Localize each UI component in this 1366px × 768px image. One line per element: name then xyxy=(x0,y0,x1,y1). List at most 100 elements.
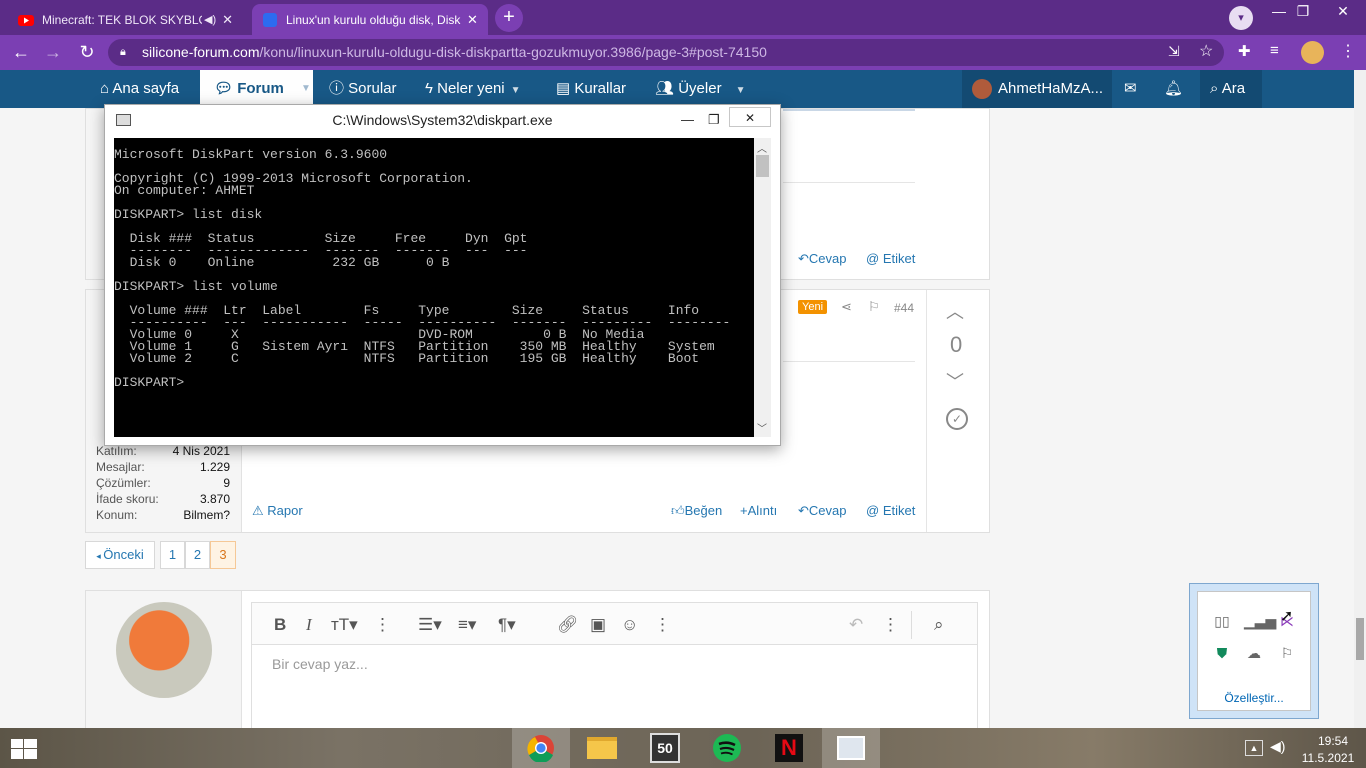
inbox-icon[interactable]: ✉ xyxy=(1124,70,1137,108)
tab-search-icon[interactable]: ▾ xyxy=(1229,6,1253,30)
tag-link[interactable]: @ Etiket xyxy=(866,251,915,266)
show-hidden-icons-button[interactable]: ▲ xyxy=(1245,740,1263,756)
sixty-second-icon[interactable]: 50 xyxy=(636,728,694,768)
text-size-icon[interactable]: тT▾ xyxy=(331,603,358,646)
windows-start-icon[interactable] xyxy=(11,739,37,759)
prev-page-button[interactable]: ◂ Önceki xyxy=(85,541,155,569)
emoji-icon[interactable]: ☺ xyxy=(621,603,638,646)
search-icon: ⌕ xyxy=(1210,80,1222,97)
preview-icon[interactable]: ⌕ xyxy=(934,603,944,646)
extensions-icon[interactable]: ✚ xyxy=(1238,42,1251,60)
quote-link[interactable]: +Alıntı xyxy=(740,503,777,518)
italic-icon[interactable]: I xyxy=(306,603,312,646)
nav-search[interactable]: ⌕ Ara xyxy=(1200,70,1262,108)
user-avatar xyxy=(116,602,212,698)
back-button[interactable]: ← xyxy=(6,35,36,70)
link-icon[interactable]: 🔗︎ xyxy=(557,603,579,646)
clock-time[interactable]: 19:54 xyxy=(1305,734,1361,748)
scroll-down-icon[interactable]: ﹀ xyxy=(757,420,767,435)
console-line: On computer: AHMET xyxy=(114,183,255,198)
clock-date[interactable]: 11.5.2021 xyxy=(1296,751,1360,765)
page-scrollbar[interactable] xyxy=(1354,70,1366,728)
more-dots-icon[interactable]: ⋮ xyxy=(374,603,391,646)
scrollbar-thumb[interactable] xyxy=(756,155,769,177)
reply-icon: ↶ xyxy=(798,251,809,266)
reply-link[interactable]: ↶Cevap xyxy=(798,503,846,519)
post-number[interactable]: #44 xyxy=(894,301,914,315)
vote-column-divider xyxy=(926,290,927,532)
bookmark-icon[interactable]: ⚐ xyxy=(868,299,880,315)
tab-forum[interactable]: Linux'un kurulu olduğu disk, Disk ✕ xyxy=(252,4,488,35)
reload-button[interactable]: ↻ xyxy=(72,35,102,70)
downvote-icon[interactable]: ﹀ xyxy=(946,368,964,394)
console-output[interactable]: Microsoft DiskPart version 6.3.9600 Copyr… xyxy=(114,138,754,437)
upvote-icon[interactable]: ︿ xyxy=(946,298,964,324)
file-explorer-icon[interactable] xyxy=(573,728,631,768)
tab-youtube[interactable]: Minecraft: TEK BLOK SKYBLOCK ◀) ✕ xyxy=(8,4,246,35)
share-icon[interactable]: ⋖ xyxy=(841,299,852,315)
minimize-button[interactable]: — xyxy=(681,105,694,135)
close-tab-icon[interactable]: ✕ xyxy=(467,12,478,28)
tag-link[interactable]: @ Etiket xyxy=(866,503,915,518)
volume-icon[interactable]: ◀) xyxy=(1270,738,1285,755)
reply-link[interactable]: ↶Cevap xyxy=(798,251,846,267)
chrome-icon[interactable] xyxy=(512,728,570,768)
chevron-down-icon[interactable]: ▼ xyxy=(511,85,521,96)
diskpart-window[interactable]: C:\Windows\System32\diskpart.exe — ❐ ✕ M… xyxy=(104,104,781,446)
like-link[interactable]: 👍︎Beğen xyxy=(671,503,722,519)
bell-icon[interactable]: 🔔︎ xyxy=(1164,70,1183,108)
profile-avatar[interactable] xyxy=(1301,41,1324,64)
console-scrollbar[interactable]: ︿ ﹀ xyxy=(754,138,771,437)
menu-dots-icon[interactable]: ⋮ xyxy=(1340,41,1356,61)
scroll-up-icon[interactable]: ︿ xyxy=(757,140,767,155)
paragraph-icon[interactable]: ¶▾ xyxy=(498,603,516,646)
close-tab-icon[interactable]: ✕ xyxy=(222,12,233,28)
nav-forum[interactable]: 💬︎ Forum ▼ xyxy=(200,70,313,108)
reply-textarea[interactable]: Bir cevap yaz... xyxy=(251,644,978,730)
accept-solution-icon[interactable]: ✓ xyxy=(946,408,968,430)
device-icon[interactable]: ▯▯ xyxy=(1212,611,1232,631)
more-dots-icon[interactable]: ⋮ xyxy=(654,603,671,646)
window-titlebar[interactable]: C:\Windows\System32\diskpart.exe — ❐ ✕ xyxy=(105,105,780,135)
nav-questions[interactable]: ⓘ Sorular xyxy=(329,70,397,108)
more-dots-icon[interactable]: ⋮ xyxy=(882,603,899,646)
tray-overflow-popup: ▯▯ ▁▃▅ ⋉ ⛊ ☁ ⚐ Özelleştir... xyxy=(1189,583,1319,719)
close-window-button[interactable]: ✕ xyxy=(1320,0,1366,24)
bold-icon[interactable]: B xyxy=(274,603,286,646)
nav-user[interactable]: AhmetHaMzA... xyxy=(962,70,1112,108)
nav-rules[interactable]: ▤ Kurallar xyxy=(556,70,626,108)
align-icon[interactable]: ≡▾ xyxy=(458,603,476,646)
close-button[interactable]: ✕ xyxy=(729,107,771,127)
cloud-icon[interactable]: ☁ xyxy=(1244,643,1264,663)
page-link-2[interactable]: 2 xyxy=(185,541,210,569)
page-link-1[interactable]: 1 xyxy=(160,541,185,569)
spotify-icon[interactable] xyxy=(698,728,756,768)
network-signal-icon[interactable]: ▁▃▅ xyxy=(1244,611,1276,631)
chevron-down-icon[interactable]: ▼ xyxy=(736,85,746,96)
speaker-muted-icon[interactable]: ◀) xyxy=(204,13,216,26)
maximize-button[interactable]: ❐ xyxy=(708,105,720,135)
list-icon[interactable]: ☰▾ xyxy=(418,603,442,646)
nav-home[interactable]: ⌂ Ana sayfa xyxy=(100,70,179,108)
media-control-icon[interactable]: ≡ xyxy=(1270,42,1279,59)
netflix-icon[interactable]: N xyxy=(760,728,818,768)
defender-shield-icon[interactable]: ⛊ xyxy=(1212,643,1232,663)
nav-members[interactable]: 👥︎ Üyeler ▼ xyxy=(655,70,745,108)
address-bar[interactable]: 🔒︎ silicone-forum.com/konu/linuxun-kurul… xyxy=(108,39,1224,66)
scrollbar-thumb[interactable] xyxy=(1356,618,1364,660)
bookmark-star-icon[interactable]: ☆ xyxy=(1199,41,1213,61)
undo-icon[interactable]: ↶ xyxy=(849,603,863,646)
install-icon[interactable]: ⇲ xyxy=(1168,43,1180,60)
image-icon[interactable]: ▣ xyxy=(590,603,606,646)
page-link-current[interactable]: 3 xyxy=(210,541,236,569)
flag-icon[interactable]: ⚐ xyxy=(1277,643,1297,663)
customize-link[interactable]: Özelleştir... xyxy=(1198,691,1310,705)
news-window-icon[interactable] xyxy=(822,728,880,768)
silicone-forum-icon xyxy=(263,12,277,27)
new-tab-button[interactable]: + xyxy=(495,4,523,32)
nav-whats-new[interactable]: ϟ Neler yeni ▼ xyxy=(425,70,521,108)
forward-button[interactable]: → xyxy=(38,35,68,70)
report-link[interactable]: ⚠︎ Rapor xyxy=(252,503,303,519)
vote-count: 0 xyxy=(950,332,963,357)
chevron-down-icon[interactable]: ▼ xyxy=(301,70,311,108)
